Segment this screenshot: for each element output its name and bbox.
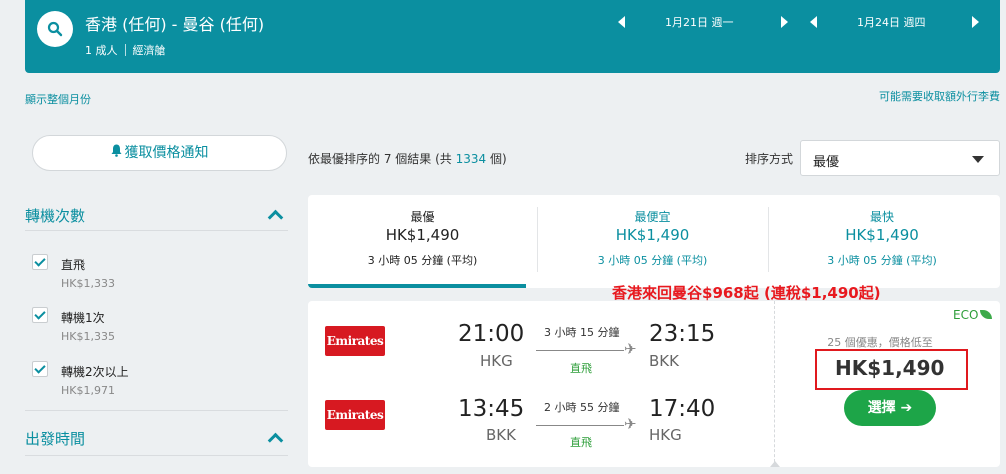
price-alert-button[interactable]: 獲取價格通知 <box>32 135 287 171</box>
airline-logo: Emirates <box>325 400 385 430</box>
stop-label-nonstop: 直飛 <box>61 258 86 272</box>
cabin-class: 經濟艙 <box>132 44 166 57</box>
outbound-arrival-time: 23:15 <box>649 321 716 347</box>
outbound-arrival-airport: BKK <box>649 352 679 370</box>
results-summary: 依最優排序的 7 個結果 (共 1334 個) <box>308 150 507 167</box>
inbound-arrival-airport: HKG <box>649 426 682 444</box>
inbound-duration: 2 小時 55 分鐘 <box>544 401 620 414</box>
search-icon <box>47 21 63 37</box>
next-depart-date-icon[interactable] <box>781 16 788 28</box>
inbound-departure-time: 13:45 <box>458 396 525 422</box>
active-tab-indicator <box>308 284 526 288</box>
eco-label: ECO <box>953 308 979 322</box>
collapse-stops-icon[interactable] <box>267 209 284 226</box>
plane-icon: ✈ <box>624 415 637 433</box>
tab-duration: 3 小時 05 分鐘 (平均) <box>827 254 937 267</box>
results-summary-suffix: 個) <box>486 152 507 166</box>
outbound-departure-airport: HKG <box>480 352 513 370</box>
tab-label: 最優 <box>410 210 435 224</box>
flight-path-line <box>536 425 624 426</box>
leaf-icon <box>980 310 993 319</box>
checkbox-nonstop[interactable] <box>32 254 48 270</box>
collapse-departure-icon[interactable] <box>267 432 284 449</box>
sort-tabs: 最優 HK$1,490 3 小時 05 分鐘 (平均) 最便宜 HK$1,490… <box>308 195 1000 288</box>
sort-label: 排序方式 <box>745 152 794 166</box>
stop-price-nonstop: HK$1,333 <box>61 277 115 290</box>
stops-title[interactable]: 轉機次數 <box>25 205 85 226</box>
bell-icon <box>111 136 122 170</box>
eco-badge: ECO <box>953 308 993 322</box>
baggage-fees-link[interactable]: 可能需要收取額外行李費 <box>879 88 1000 104</box>
tab-best[interactable]: 最優 HK$1,490 3 小時 05 分鐘 (平均) <box>308 195 537 288</box>
select-button[interactable]: 選擇 ➔ <box>844 390 936 426</box>
price-highlight-box <box>815 349 968 390</box>
separator <box>124 44 126 56</box>
divider <box>25 455 288 456</box>
tab-duration: 3 小時 05 分鐘 (平均) <box>597 254 708 267</box>
sort-select[interactable]: 最優 <box>800 140 1000 176</box>
inbound-departure-airport: BKK <box>486 426 516 444</box>
airline-logo: Emirates <box>325 326 385 356</box>
chevron-down-icon <box>972 156 984 163</box>
next-return-date-icon[interactable] <box>972 16 979 28</box>
search-button[interactable] <box>37 11 73 47</box>
checkbox-two-plus-stops[interactable] <box>32 361 48 377</box>
tab-fastest[interactable]: 最快 HK$1,490 3 小時 05 分鐘 (平均) <box>768 195 996 288</box>
tab-price: HK$1,490 <box>845 226 919 244</box>
tab-price: HK$1,490 <box>385 226 460 244</box>
tab-cheapest[interactable]: 最便宜 HK$1,490 3 小時 05 分鐘 (平均) <box>537 195 768 288</box>
show-month-link[interactable]: 顯示整個月份 <box>25 91 91 107</box>
search-bar[interactable]: 香港 (任何) - 曼谷 (任何) 1 成人 經濟艙 1月21日 週一 1月24日… <box>25 0 1000 73</box>
divider <box>25 230 288 231</box>
outbound-stops: 直飛 <box>570 362 592 375</box>
prev-return-date-icon[interactable] <box>810 16 817 28</box>
route-text[interactable]: 香港 (任何) - 曼谷 (任何) <box>85 11 264 35</box>
results-summary-prefix: 依最優排序的 7 個結果 (共 <box>308 152 456 166</box>
checkbox-one-stop[interactable] <box>32 307 48 323</box>
tab-price: HK$1,490 <box>615 226 690 244</box>
divider <box>25 410 288 411</box>
details-caret-icon[interactable] <box>770 461 780 467</box>
promo-annotation: 香港來回曼谷$968起 (連稅$1,490起) <box>612 284 881 302</box>
inbound-stops: 直飛 <box>570 436 592 449</box>
deals-count: 25 個優惠，價格低至 <box>827 336 933 349</box>
tab-duration: 3 小時 05 分鐘 (平均) <box>367 254 478 267</box>
departure-time-title[interactable]: 出發時間 <box>25 428 85 449</box>
outbound-duration: 3 小時 15 分鐘 <box>544 326 620 339</box>
sort-value: 最優 <box>813 155 840 170</box>
inbound-arrival-time: 17:40 <box>649 396 716 422</box>
passenger-info[interactable]: 1 成人 經濟艙 <box>85 42 166 58</box>
tab-label: 最便宜 <box>634 210 671 224</box>
prev-depart-date-icon[interactable] <box>618 16 625 28</box>
passenger-count: 1 成人 <box>85 44 118 57</box>
stop-label-two-plus-stops: 轉機2次以上 <box>61 365 129 379</box>
plane-icon: ✈ <box>624 340 637 358</box>
tab-label: 最快 <box>869 210 894 224</box>
depart-date[interactable]: 1月21日 週一 <box>665 14 734 30</box>
price-alert-label: 獲取價格通知 <box>124 145 209 161</box>
return-date[interactable]: 1月24日 週四 <box>857 14 926 30</box>
stop-price-one-stop: HK$1,335 <box>61 330 115 343</box>
results-total-link[interactable]: 1334 <box>456 152 487 166</box>
stop-label-one-stop: 轉機1次 <box>61 311 105 325</box>
outbound-departure-time: 21:00 <box>458 321 525 347</box>
card-divider <box>774 301 775 467</box>
stop-price-two-plus-stops: HK$1,971 <box>61 384 115 397</box>
flight-path-line <box>536 350 624 351</box>
